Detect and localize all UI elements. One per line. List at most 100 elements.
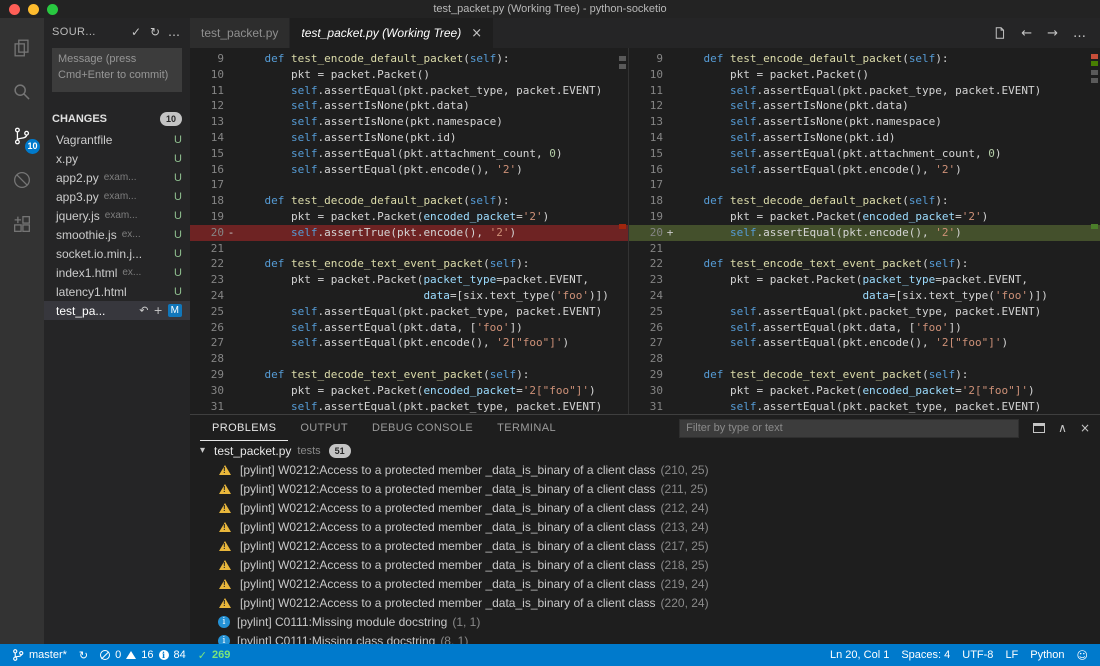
tab-test-packet[interactable]: test_packet.py xyxy=(190,18,289,48)
code-line[interactable]: 22 def test_encode_text_event_packet(sel… xyxy=(190,256,628,272)
code-line[interactable]: 26 self.assertEqual(pkt.data, ['foo']) xyxy=(629,320,1100,336)
code-line[interactable]: 14 self.assertIsNone(pkt.id) xyxy=(190,130,628,146)
code-line[interactable]: 25 self.assertEqual(pkt.packet_type, pac… xyxy=(190,304,628,320)
code-line[interactable]: 17 xyxy=(629,177,1100,193)
code-line[interactable]: 30 pkt = packet.Packet(encoded_packet='2… xyxy=(629,383,1100,399)
code-line[interactable]: 17 xyxy=(190,177,628,193)
stage-changes-icon[interactable]: + xyxy=(153,304,162,317)
zoom-window-button[interactable] xyxy=(47,4,58,15)
git-branch-indicator[interactable]: master* xyxy=(6,644,73,666)
code-line[interactable]: 21 xyxy=(629,241,1100,257)
code-line[interactable]: 31 self.assertEqual(pkt.packet_type, pac… xyxy=(190,399,628,414)
code-line[interactable]: 11 self.assertEqual(pkt.packet_type, pac… xyxy=(190,83,628,99)
close-panel-icon[interactable]: × xyxy=(1080,421,1090,435)
open-file-icon[interactable] xyxy=(993,26,1006,40)
panel-tab-debug-console[interactable]: DEBUG CONSOLE xyxy=(360,415,485,441)
more-editor-actions-icon[interactable]: … xyxy=(1073,26,1086,41)
code-line[interactable]: 14 self.assertIsNone(pkt.id) xyxy=(629,130,1100,146)
indentation-indicator[interactable]: Spaces: 4 xyxy=(895,649,956,661)
file-row[interactable]: x.pyU xyxy=(44,149,190,168)
file-row[interactable]: app2.pyexam...U xyxy=(44,168,190,187)
problem-row[interactable]: [pylint] W0212:Access to a protected mem… xyxy=(190,555,1100,574)
tab-test-packet-working-tree[interactable]: test_packet.py (Working Tree) × xyxy=(290,18,493,48)
encoding-indicator[interactable]: UTF-8 xyxy=(956,649,999,661)
refresh-button[interactable]: ↻ xyxy=(147,25,163,39)
code-line[interactable]: 22 def test_encode_text_event_packet(sel… xyxy=(629,256,1100,272)
panel-tab-terminal[interactable]: TERMINAL xyxy=(485,415,568,441)
code-line[interactable]: 15 self.assertEqual(pkt.attachment_count… xyxy=(629,146,1100,162)
feedback-smiley-icon[interactable]: ☺ xyxy=(1071,649,1094,662)
cursor-position[interactable]: Ln 20, Col 1 xyxy=(824,649,895,661)
navigate-forward-icon[interactable]: → xyxy=(1047,26,1058,41)
eol-indicator[interactable]: LF xyxy=(999,649,1024,661)
code-line[interactable]: 29 def test_decode_text_event_packet(sel… xyxy=(190,367,628,383)
code-line[interactable]: 31 self.assertEqual(pkt.packet_type, pac… xyxy=(629,399,1100,414)
code-line[interactable]: 19 pkt = packet.Packet(encoded_packet='2… xyxy=(190,209,628,225)
maximize-panel-icon[interactable] xyxy=(1033,423,1045,433)
sync-button[interactable]: ↻ xyxy=(73,644,94,666)
code-line[interactable]: 13 self.assertIsNone(pkt.namespace) xyxy=(629,114,1100,130)
problems-status-indicator[interactable]: 0 16 i 84 xyxy=(94,644,192,666)
code-line[interactable]: 15 self.assertEqual(pkt.attachment_count… xyxy=(190,146,628,162)
code-line[interactable]: 21 xyxy=(190,241,628,257)
commit-message-input[interactable]: Message (press Cmd+Enter to commit) xyxy=(52,48,182,92)
code-line[interactable]: 13 self.assertIsNone(pkt.namespace) xyxy=(190,114,628,130)
activity-search-icon[interactable] xyxy=(0,70,44,114)
discard-changes-icon[interactable]: ↶ xyxy=(139,304,148,317)
code-line[interactable]: 23 pkt = packet.Packet(packet_type=packe… xyxy=(629,272,1100,288)
code-line[interactable]: 16 self.assertEqual(pkt.encode(), '2') xyxy=(629,162,1100,178)
code-line[interactable]: 20- self.assertTrue(pkt.encode(), '2') xyxy=(190,225,628,241)
code-line[interactable]: 30 pkt = packet.Packet(encoded_packet='2… xyxy=(190,383,628,399)
code-line[interactable]: 9 def test_encode_default_packet(self): xyxy=(190,51,628,67)
commit-button[interactable]: ✓ xyxy=(128,25,144,39)
problem-row[interactable]: [pylint] W0212:Access to a protected mem… xyxy=(190,460,1100,479)
problem-row[interactable]: [pylint] W0212:Access to a protected mem… xyxy=(190,479,1100,498)
code-line[interactable]: 23 pkt = packet.Packet(packet_type=packe… xyxy=(190,272,628,288)
minimize-window-button[interactable] xyxy=(28,4,39,15)
code-line[interactable]: 27 self.assertEqual(pkt.encode(), '2["fo… xyxy=(190,335,628,351)
problem-row[interactable]: [pylint] C0111:Missing module docstring(… xyxy=(190,612,1100,631)
panel-tab-problems[interactable]: PROBLEMS xyxy=(200,415,288,441)
code-line[interactable]: 28 xyxy=(629,351,1100,367)
code-line[interactable]: 28 xyxy=(190,351,628,367)
file-row[interactable]: index1.htmlex...U xyxy=(44,263,190,282)
changes-section-header[interactable]: CHANGES 10 xyxy=(44,108,190,130)
more-actions-button[interactable]: … xyxy=(166,25,182,39)
code-line[interactable]: 10 pkt = packet.Packet() xyxy=(629,67,1100,83)
problem-row[interactable]: [pylint] C0111:Missing class docstring(8… xyxy=(190,631,1100,644)
problem-row[interactable]: [pylint] W0212:Access to a protected mem… xyxy=(190,498,1100,517)
test-status-indicator[interactable]: ✓ 269 xyxy=(192,644,237,666)
code-line[interactable]: 27 self.assertEqual(pkt.encode(), '2["fo… xyxy=(629,335,1100,351)
problem-row[interactable]: [pylint] W0212:Access to a protected mem… xyxy=(190,517,1100,536)
file-row[interactable]: latency1.htmlU xyxy=(44,282,190,301)
code-line[interactable]: 10 pkt = packet.Packet() xyxy=(190,67,628,83)
file-row[interactable]: smoothie.jsex...U xyxy=(44,225,190,244)
code-line[interactable]: 11 self.assertEqual(pkt.packet_type, pac… xyxy=(629,83,1100,99)
file-row[interactable]: VagrantfileU xyxy=(44,130,190,149)
collapse-panel-icon[interactable]: ∧ xyxy=(1058,421,1067,435)
code-line[interactable]: 29 def test_decode_text_event_packet(sel… xyxy=(629,367,1100,383)
code-line[interactable]: 12 self.assertIsNone(pkt.data) xyxy=(190,98,628,114)
file-row[interactable]: test_pa...↶+M xyxy=(44,301,190,320)
code-line[interactable]: 9 def test_encode_default_packet(self): xyxy=(629,51,1100,67)
activity-explorer-icon[interactable] xyxy=(0,26,44,70)
code-line[interactable]: 18 def test_decode_default_packet(self): xyxy=(190,193,628,209)
file-row[interactable]: jquery.jsexam...U xyxy=(44,206,190,225)
problem-row[interactable]: [pylint] W0212:Access to a protected mem… xyxy=(190,536,1100,555)
code-line[interactable]: 18 def test_decode_default_packet(self): xyxy=(629,193,1100,209)
close-tab-icon[interactable]: × xyxy=(471,26,482,41)
code-line[interactable]: 24 data=[six.text_type('foo')]) xyxy=(190,288,628,304)
code-line[interactable]: 19 pkt = packet.Packet(encoded_packet='2… xyxy=(629,209,1100,225)
problem-row[interactable]: [pylint] W0212:Access to a protected mem… xyxy=(190,574,1100,593)
panel-tab-output[interactable]: OUTPUT xyxy=(288,415,360,441)
navigate-back-icon[interactable]: ← xyxy=(1021,26,1032,41)
code-line[interactable]: 25 self.assertEqual(pkt.packet_type, pac… xyxy=(629,304,1100,320)
close-window-button[interactable] xyxy=(9,4,20,15)
activity-debug-icon[interactable] xyxy=(0,158,44,202)
code-line[interactable]: 24 data=[six.text_type('foo')]) xyxy=(629,288,1100,304)
code-line[interactable]: 20+ self.assertEqual(pkt.encode(), '2') xyxy=(629,225,1100,241)
language-indicator[interactable]: Python xyxy=(1024,649,1070,661)
file-row[interactable]: socket.io.min.j...U xyxy=(44,244,190,263)
code-line[interactable]: 12 self.assertIsNone(pkt.data) xyxy=(629,98,1100,114)
code-line[interactable]: 16 self.assertEqual(pkt.encode(), '2') xyxy=(190,162,628,178)
